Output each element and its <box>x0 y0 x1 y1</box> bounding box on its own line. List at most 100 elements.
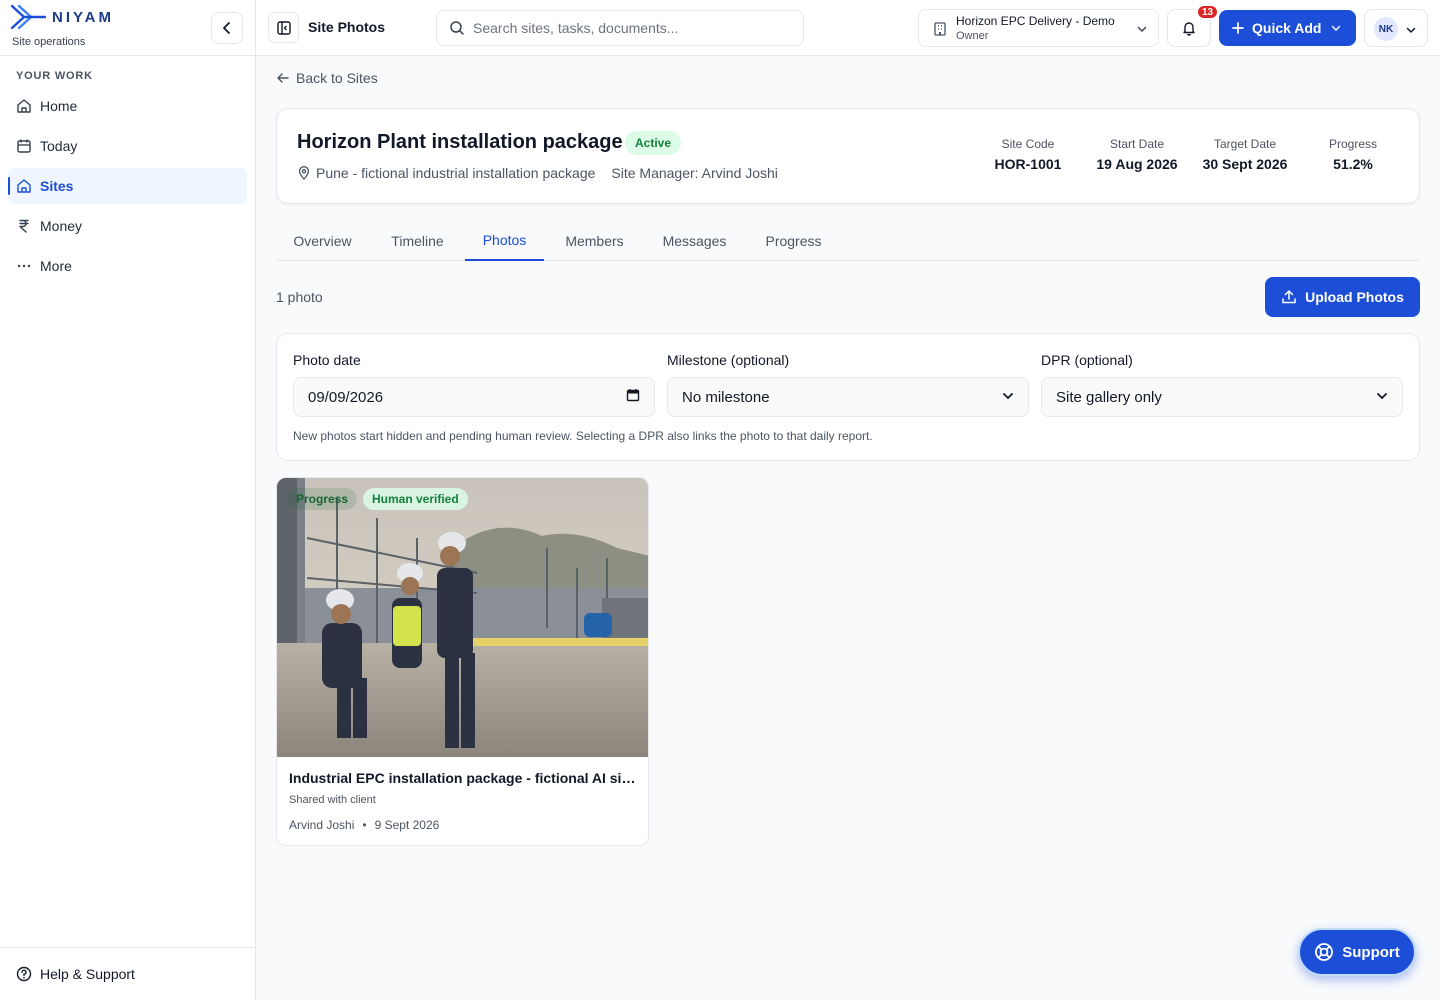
back-label: Back to Sites <box>296 70 378 86</box>
stat-value: 51.2% <box>1333 156 1373 172</box>
progress-tag: Progress <box>287 488 358 510</box>
help-circle-icon <box>16 966 32 982</box>
organization-role: Owner <box>956 30 989 42</box>
upload-photos-button[interactable]: Upload Photos <box>1265 277 1420 317</box>
photo-date-label: Photo date <box>293 352 361 368</box>
upload-hint: New photos start hidden and pending huma… <box>293 429 873 443</box>
chevron-down-icon <box>1376 389 1388 406</box>
notifications-button[interactable]: 13 <box>1167 4 1220 47</box>
chevron-down-icon <box>1002 389 1014 406</box>
toggle-panel-button[interactable] <box>268 12 299 43</box>
tab-progress[interactable]: Progress <box>751 220 836 261</box>
site-meta: Pune - fictional industrial installation… <box>297 165 778 181</box>
photo-meta: Arvind Joshi • 9 Sept 2026 <box>289 818 439 832</box>
arrow-left-icon <box>276 71 290 85</box>
stat-label: Start Date <box>1109 137 1165 151</box>
stat-progress: Progress 51.2% <box>1313 137 1393 172</box>
stat-value: 19 Aug 2026 <box>1096 156 1178 172</box>
topbar: Site Photos Horizon EPC Delivery - Demo … <box>256 0 1440 56</box>
upload-label: Upload Photos <box>1305 289 1404 305</box>
chevron-left-icon <box>223 22 230 34</box>
stat-label: Site Code <box>1001 137 1055 151</box>
avatar: NK <box>1374 17 1398 41</box>
milestone-value: No milestone <box>682 388 770 406</box>
chevron-down-icon <box>1405 23 1417 41</box>
sidebar-item-label: More <box>40 258 72 274</box>
upload-icon <box>1281 289 1297 305</box>
photo-card[interactable]: Progress Human verified Industrial EPC i… <box>276 477 649 846</box>
milestone-field: Milestone (optional) No milestone <box>667 352 1029 417</box>
milestone-select[interactable]: No milestone <box>667 377 1029 417</box>
calendar-icon[interactable] <box>626 388 640 406</box>
sidebar-item-money[interactable]: Money <box>8 208 247 244</box>
bell-icon <box>1183 22 1195 36</box>
site-photo-image[interactable] <box>277 478 649 757</box>
brand-subtitle: Site operations <box>12 36 86 48</box>
chevron-down-icon <box>1136 22 1148 40</box>
photo-author: Arvind Joshi <box>289 818 355 832</box>
search-input[interactable] <box>473 20 773 36</box>
back-to-sites-link[interactable]: Back to Sites <box>276 70 378 86</box>
rupee-icon <box>16 218 32 234</box>
sidebar-item-more[interactable]: More <box>8 248 247 284</box>
section-label-your-work: YOUR WORK <box>16 70 93 82</box>
ellipsis-icon <box>16 258 32 274</box>
support-button[interactable]: Support <box>1298 928 1416 976</box>
sidebar: NIYAM Site operations YOUR WORK Home Tod… <box>0 0 256 1000</box>
dpr-select[interactable]: Site gallery only <box>1041 377 1403 417</box>
calendar-icon <box>16 138 32 154</box>
building-icon <box>932 21 948 42</box>
sidebar-item-today[interactable]: Today <box>8 128 247 164</box>
stat-site-code: Site Code HOR-1001 <box>983 137 1073 172</box>
search-box[interactable] <box>436 10 804 46</box>
tab-photos[interactable]: Photos <box>465 220 544 261</box>
stat-label: Progress <box>1328 137 1378 151</box>
photo-date: 9 Sept 2026 <box>374 818 440 832</box>
plus-icon <box>1232 22 1244 34</box>
lifebuoy-icon <box>1314 942 1334 962</box>
human-verified-tag: Human verified <box>363 488 468 510</box>
brand-name: NIYAM <box>52 9 114 26</box>
dpr-value: Site gallery only <box>1056 388 1162 406</box>
site-summary-card: Horizon Plant installation package Activ… <box>276 108 1420 204</box>
tab-overview[interactable]: Overview <box>276 220 369 261</box>
help-support-link[interactable]: Help & Support <box>0 947 255 1000</box>
stat-value: HOR-1001 <box>994 156 1062 172</box>
sidebar-item-label: Money <box>40 218 83 234</box>
milestone-label: Milestone (optional) <box>667 352 790 368</box>
stat-target-date: Target Date 30 Sept 2026 <box>1191 137 1299 172</box>
stat-value: 30 Sept 2026 <box>1202 156 1288 172</box>
sidebar-item-label: Today <box>40 138 78 154</box>
photo-title: Industrial EPC installation package - fi… <box>289 770 639 786</box>
photo-date-value: 09/09/2026 <box>308 388 384 406</box>
organization-switcher[interactable]: Horizon EPC Delivery - Demo Owner <box>918 9 1159 47</box>
tab-messages[interactable]: Messages <box>648 220 741 261</box>
sidebar-nav: Home Today Sites Money More <box>8 88 247 288</box>
photo-date-field: Photo date 09/09/2026 <box>293 352 655 417</box>
chevron-down-icon <box>1330 22 1342 34</box>
dpr-label: DPR (optional) <box>1041 352 1133 368</box>
sidebar-item-label: Home <box>40 98 78 114</box>
site-manager: Site Manager: Arvind Joshi <box>611 165 778 181</box>
support-label: Support <box>1342 943 1400 961</box>
tab-members[interactable]: Members <box>551 220 638 261</box>
logo-icon <box>10 4 46 30</box>
tab-timeline[interactable]: Timeline <box>375 220 460 261</box>
quick-add-button[interactable]: Quick Add <box>1219 10 1356 46</box>
notification-count-badge: 13 <box>1196 4 1220 20</box>
panel-left-icon <box>276 20 291 35</box>
sidebar-item-home[interactable]: Home <box>8 88 247 124</box>
logo[interactable]: NIYAM <box>10 4 114 30</box>
collapse-sidebar-button[interactable] <box>211 12 243 44</box>
site-location: Pune - fictional industrial installation… <box>316 165 596 181</box>
quick-add-label: Quick Add <box>1252 20 1322 36</box>
photo-date-input[interactable]: 09/09/2026 <box>293 377 655 417</box>
sidebar-item-sites[interactable]: Sites <box>8 168 247 204</box>
brand-header: NIYAM Site operations <box>0 0 255 56</box>
map-pin-icon <box>297 166 311 180</box>
user-menu[interactable]: NK <box>1364 9 1428 47</box>
sidebar-item-label: Sites <box>40 178 74 194</box>
dpr-field: DPR (optional) Site gallery only <box>1041 352 1403 417</box>
search-icon <box>450 21 464 35</box>
photo-upload-filters: Photo date 09/09/2026 Milestone (optiona… <box>276 333 1420 461</box>
